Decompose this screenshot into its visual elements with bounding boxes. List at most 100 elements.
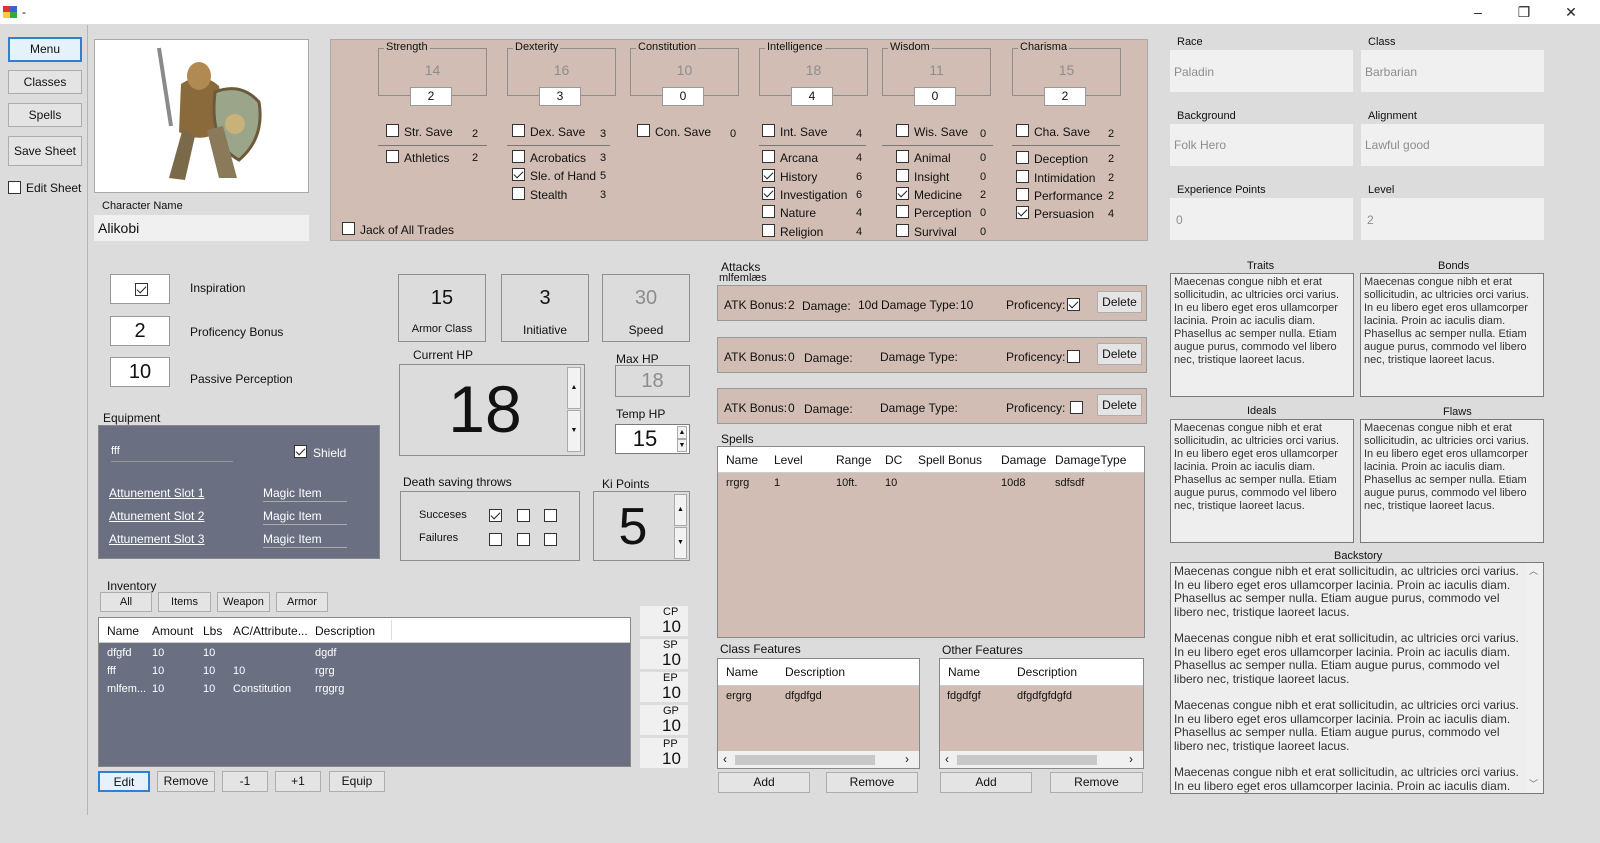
- failure-checkbox-2[interactable]: [517, 533, 530, 546]
- proficiency-bonus-value[interactable]: 2: [110, 316, 170, 346]
- success-checkbox-2[interactable]: [517, 509, 530, 522]
- attack-delete-button[interactable]: Delete: [1097, 343, 1142, 365]
- skill-checkbox[interactable]: [762, 169, 775, 182]
- spell-col-header[interactable]: Spell Bonus: [918, 453, 982, 467]
- scroll-left-icon[interactable]: ‹: [723, 752, 727, 766]
- save-checkbox[interactable]: [1016, 124, 1029, 137]
- spell-col-header[interactable]: Damage: [1001, 453, 1046, 467]
- temp-hp-up-icon[interactable]: ▲: [677, 426, 687, 439]
- inventory-action-minus-button[interactable]: -1: [222, 771, 268, 792]
- equipment-main-value[interactable]: fff: [111, 445, 120, 457]
- skill-checkbox[interactable]: [512, 168, 525, 181]
- skill-checkbox[interactable]: [896, 224, 909, 237]
- skill-checkbox[interactable]: [896, 150, 909, 163]
- class-feature-add-button[interactable]: Add: [718, 772, 810, 793]
- attack-delete-button[interactable]: Delete: [1097, 394, 1142, 416]
- class-feature-remove-button[interactable]: Remove: [826, 772, 918, 793]
- inventory-filter-items[interactable]: Items: [158, 592, 211, 612]
- menu-button[interactable]: Menu: [8, 37, 82, 62]
- background-field[interactable]: Folk Hero: [1170, 124, 1353, 166]
- attack-delete-button[interactable]: Delete: [1097, 291, 1142, 313]
- skill-checkbox[interactable]: [386, 150, 399, 163]
- inventory-action-equip-button[interactable]: Equip: [329, 771, 385, 792]
- ability-score[interactable]: 18: [759, 62, 868, 78]
- backstory-scrollbar[interactable]: ︿ ﹀: [1526, 563, 1543, 793]
- close-icon[interactable]: ✕: [1548, 0, 1594, 24]
- table-row[interactable]: mlfem... 10 10 Constitution rrggrg: [99, 681, 630, 699]
- skill-checkbox[interactable]: [1016, 206, 1029, 219]
- skill-checkbox[interactable]: [512, 150, 525, 163]
- backstory-textarea[interactable]: Maecenas congue nibh et erat sollicitudi…: [1170, 562, 1544, 794]
- skill-checkbox[interactable]: [1016, 188, 1029, 201]
- current-hp-up-icon[interactable]: ▲: [567, 367, 581, 409]
- save-checkbox[interactable]: [386, 124, 399, 137]
- temp-hp-spinner[interactable]: 15 ▲ ▼: [615, 424, 690, 454]
- table-row[interactable]: fff 10 10 10 rgrg: [99, 663, 630, 681]
- inventory-col-header[interactable]: Description: [315, 624, 375, 638]
- class-field[interactable]: Barbarian: [1361, 50, 1544, 92]
- scroll-thumb[interactable]: [735, 755, 875, 765]
- inventory-col-header[interactable]: Lbs: [203, 624, 222, 638]
- inventory-filter-all[interactable]: All: [100, 592, 152, 612]
- ki-down-icon[interactable]: ▼: [674, 527, 687, 559]
- save-checkbox[interactable]: [512, 124, 525, 137]
- attack-proficiency-checkbox[interactable]: [1067, 350, 1080, 363]
- spell-col-header[interactable]: Name: [726, 453, 758, 467]
- inventory-filter-armor[interactable]: Armor: [276, 592, 328, 612]
- flaws-textarea[interactable]: Maecenas congue nibh et erat sollicitudi…: [1360, 419, 1544, 543]
- table-row[interactable]: dfgfd 10 10 dgdf: [99, 645, 630, 663]
- attack-proficiency-checkbox[interactable]: [1070, 401, 1083, 414]
- passive-perception-value[interactable]: 10: [110, 357, 170, 387]
- skill-checkbox[interactable]: [1016, 151, 1029, 164]
- save-checkbox[interactable]: [762, 124, 775, 137]
- failure-checkbox-3[interactable]: [544, 533, 557, 546]
- shield-checkbox[interactable]: [294, 445, 307, 458]
- class-features-scrollbar[interactable]: ‹ ›: [718, 751, 919, 768]
- other-features-list[interactable]: Name Description fdgdfgf dfgdfgfdgfd ‹ ›: [939, 658, 1144, 769]
- scroll-up-icon[interactable]: ︿: [1529, 565, 1538, 579]
- level-field[interactable]: 2: [1361, 198, 1544, 240]
- minimize-icon[interactable]: –: [1455, 0, 1501, 24]
- ability-score[interactable]: 15: [1012, 62, 1121, 78]
- ability-score[interactable]: 11: [882, 62, 991, 78]
- character-portrait[interactable]: [94, 39, 309, 193]
- ki-up-icon[interactable]: ▲: [674, 494, 687, 526]
- max-hp-value[interactable]: 18: [615, 365, 690, 397]
- ability-score[interactable]: 14: [378, 62, 487, 78]
- classes-button[interactable]: Classes: [8, 70, 82, 94]
- inventory-action-plus-button[interactable]: +1: [275, 771, 321, 792]
- inventory-action-edit-button[interactable]: Edit: [98, 771, 150, 792]
- attunement-slot-item[interactable]: Magic Item: [263, 532, 322, 546]
- table-row[interactable]: rrgrg 1 10ft. 10 10d8 sdfsdf: [718, 475, 1144, 493]
- attunement-slot-item[interactable]: Magic Item: [263, 486, 322, 500]
- inventory-col-header[interactable]: Name: [107, 624, 139, 638]
- class-features-list[interactable]: Name Description ergrg dfgdfgd ‹ ›: [717, 658, 920, 769]
- xp-field[interactable]: 0: [1170, 198, 1353, 240]
- other-feature-remove-button[interactable]: Remove: [1050, 772, 1143, 793]
- spell-col-header[interactable]: Level: [774, 453, 803, 467]
- edit-sheet-checkbox[interactable]: [8, 181, 21, 194]
- character-name-field[interactable]: Alikobi: [94, 215, 309, 241]
- skill-checkbox[interactable]: [896, 187, 909, 200]
- ability-score[interactable]: 10: [630, 62, 739, 78]
- skill-checkbox[interactable]: [896, 169, 909, 182]
- skill-checkbox[interactable]: [762, 205, 775, 218]
- spell-col-header[interactable]: DC: [885, 453, 902, 467]
- skill-checkbox[interactable]: [762, 187, 775, 200]
- spells-button[interactable]: Spells: [8, 103, 82, 127]
- other-feature-add-button[interactable]: Add: [940, 772, 1032, 793]
- inventory-col-header[interactable]: AC/Attribute...: [233, 624, 308, 638]
- save-checkbox[interactable]: [896, 124, 909, 137]
- spell-col-header[interactable]: Range: [836, 453, 871, 467]
- current-hp-down-icon[interactable]: ▼: [567, 410, 581, 452]
- jack-of-all-trades-checkbox[interactable]: [342, 222, 355, 235]
- skill-checkbox[interactable]: [762, 224, 775, 237]
- ki-points-spinner[interactable]: 5 ▲ ▼: [593, 491, 690, 561]
- inventory-filter-weapon[interactable]: Weapon: [217, 592, 270, 612]
- inspiration-checkbox[interactable]: [135, 283, 148, 296]
- skill-checkbox[interactable]: [896, 205, 909, 218]
- inventory-action-remove-button[interactable]: Remove: [157, 771, 215, 792]
- scroll-right-icon[interactable]: ›: [1129, 752, 1133, 766]
- inventory-col-header[interactable]: Amount: [152, 624, 193, 638]
- save-sheet-button[interactable]: Save Sheet: [8, 136, 82, 166]
